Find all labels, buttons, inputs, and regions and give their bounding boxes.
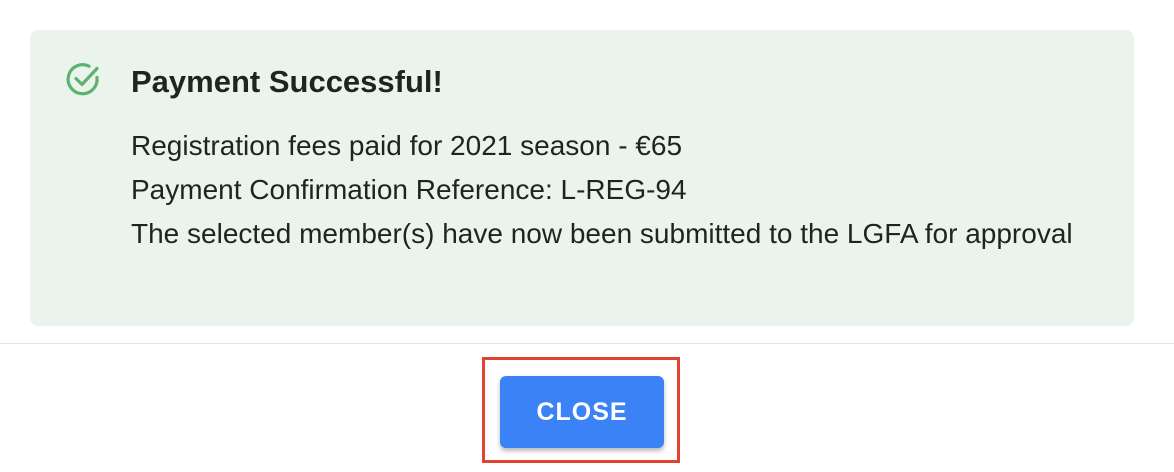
registration-fee-line: Registration fees paid for 2021 season -…: [131, 130, 683, 161]
confirmation-reference-line: Payment Confirmation Reference: L-REG-94: [131, 174, 687, 205]
check-circle-icon: [64, 60, 102, 98]
alert-message: Registration fees paid for 2021 season -…: [131, 124, 1091, 256]
payment-success-dialog: Payment Successful! Registration fees pa…: [0, 0, 1174, 472]
alert-title: Payment Successful!: [131, 64, 443, 99]
submission-status-line: The selected member(s) have now been sub…: [131, 218, 1073, 249]
close-button[interactable]: CLOSE: [500, 376, 664, 448]
footer-divider: [0, 343, 1174, 344]
